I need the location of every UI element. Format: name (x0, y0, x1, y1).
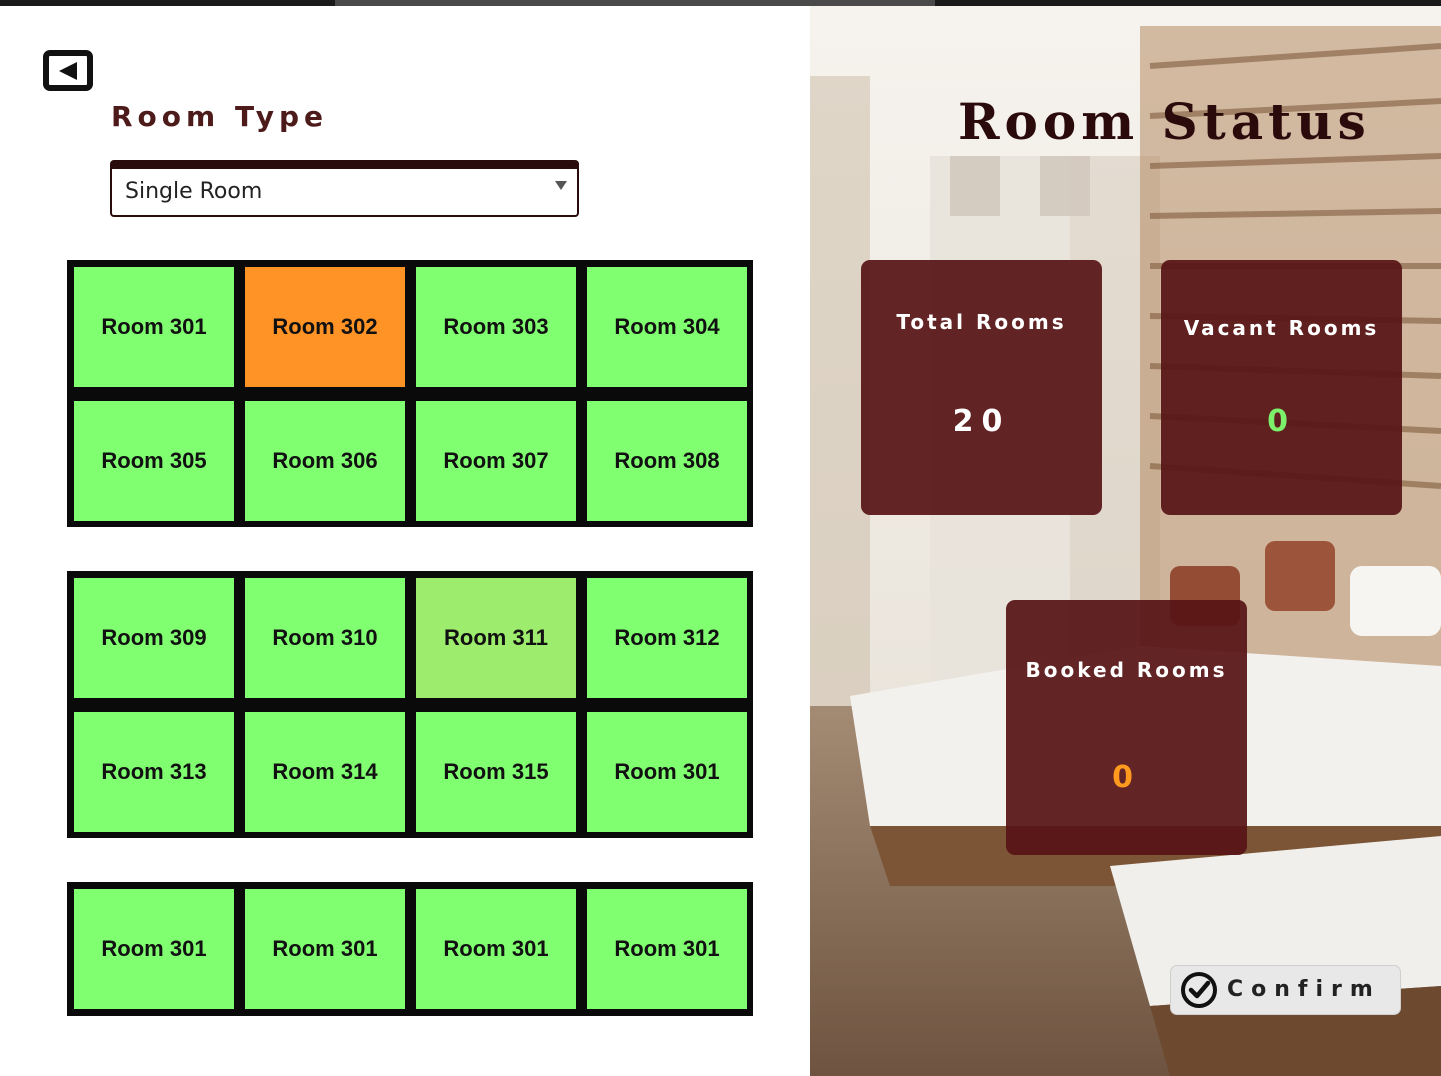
room-tile[interactable]: Room 301 (74, 889, 234, 1009)
chevron-down-icon (555, 181, 567, 190)
room-selection-panel: Room Type Single Room Room 301 Room 302 Ro… (0, 6, 810, 1076)
room-type-label: Room Type (111, 100, 329, 133)
room-tile[interactable]: Room 310 (245, 578, 405, 698)
room-tile[interactable]: Room 303 (416, 267, 576, 387)
total-rooms-label: Total Rooms (896, 310, 1067, 334)
room-tile[interactable]: Room 301 (245, 889, 405, 1009)
back-arrow-icon (59, 61, 77, 80)
booked-rooms-value: 0 (1112, 760, 1141, 795)
confirm-label: Confirm (1227, 977, 1381, 1002)
total-rooms-card: Total Rooms 20 (861, 260, 1102, 515)
total-rooms-value: 20 (952, 404, 1011, 439)
vacant-rooms-label: Vacant Rooms (1183, 316, 1380, 340)
room-grid-1: Room 301 Room 302 Room 303 Room 304 Room 305… (67, 260, 753, 527)
check-circle-icon (1181, 972, 1217, 1008)
booked-rooms-label: Booked Rooms (1025, 658, 1228, 682)
room-type-select[interactable]: Single Room (110, 160, 579, 217)
room-tile[interactable]: Room 301 (587, 712, 747, 832)
room-tile[interactable]: Room 315 (416, 712, 576, 832)
back-button[interactable] (43, 50, 93, 91)
room-status-title: Room Status (958, 92, 1371, 151)
room-tile[interactable]: Room 307 (416, 401, 576, 521)
room-tile[interactable]: Room 301 (416, 889, 576, 1009)
room-tile[interactable]: Room 312 (587, 578, 747, 698)
room-tile[interactable]: Room 301 (74, 267, 234, 387)
room-tile[interactable]: Room 313 (74, 712, 234, 832)
hotel-room-background-image (810, 6, 1441, 1076)
room-type-select-value: Single Room (125, 179, 263, 204)
room-grid-3: Room 301 Room 301 Room 301 Room 301 (67, 882, 753, 1016)
vacant-rooms-value: 0 (1267, 404, 1296, 439)
room-tile[interactable]: Room 314 (245, 712, 405, 832)
room-tile[interactable]: Room 308 (587, 401, 747, 521)
room-tile[interactable]: Room 304 (587, 267, 747, 387)
room-tile[interactable]: Room 305 (74, 401, 234, 521)
confirm-button[interactable]: Confirm (1170, 965, 1401, 1015)
room-tile[interactable]: Room 306 (245, 401, 405, 521)
booked-rooms-card: Booked Rooms 0 (1006, 600, 1247, 855)
room-status-panel: Room Status Total Rooms 20 Vacant Rooms … (810, 6, 1441, 1076)
room-tile[interactable]: Room 311 (416, 578, 576, 698)
room-tile[interactable]: Room 301 (587, 889, 747, 1009)
vacant-rooms-card: Vacant Rooms 0 (1161, 260, 1402, 515)
room-grid-2: Room 309 Room 310 Room 311 Room 312 Room 313… (67, 571, 753, 838)
room-tile[interactable]: Room 302 (245, 267, 405, 387)
room-tile[interactable]: Room 309 (74, 578, 234, 698)
